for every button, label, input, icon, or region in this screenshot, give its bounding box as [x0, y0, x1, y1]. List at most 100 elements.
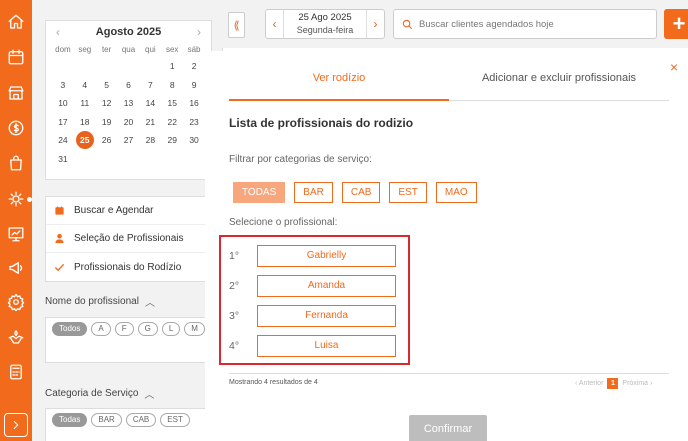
- service-filter-title[interactable]: Categoria de Serviço ︿: [45, 386, 154, 401]
- calendar-day[interactable]: 8: [161, 76, 183, 95]
- calendar-day[interactable]: 3: [52, 76, 74, 95]
- tab-adicionar-excluir[interactable]: Adicionar e excluir profissionais: [449, 61, 669, 101]
- calendar-day[interactable]: 6: [118, 76, 140, 95]
- pagination-prev[interactable]: ‹ Anterior: [575, 380, 603, 387]
- calendar-empty-cell: [52, 57, 74, 76]
- calendar-icon[interactable]: [6, 47, 26, 67]
- calendar-day[interactable]: 26: [96, 131, 118, 150]
- calendar-empty-cell: [74, 57, 96, 76]
- calendar-day[interactable]: 24: [52, 131, 74, 150]
- megaphone-icon[interactable]: [6, 258, 26, 278]
- professional-button-luisa[interactable]: Luisa: [257, 335, 396, 357]
- calendar-day[interactable]: 12: [96, 94, 118, 113]
- pill-f[interactable]: F: [114, 322, 134, 336]
- calendar-day[interactable]: 13: [118, 94, 140, 113]
- calculator-icon[interactable]: [6, 362, 26, 382]
- pill-l[interactable]: L: [161, 322, 181, 336]
- calendar-day[interactable]: 21: [139, 113, 161, 132]
- calendar-month-title: Agosto 2025: [95, 26, 162, 38]
- pill-g[interactable]: G: [137, 322, 158, 336]
- pill-cab[interactable]: CAB: [125, 413, 157, 427]
- professional-filter-label: Nome do profissional: [45, 296, 139, 307]
- professional-row: 3° Fernanda: [229, 305, 396, 327]
- calendar-day[interactable]: 25: [74, 131, 96, 150]
- category-mao[interactable]: MAO: [435, 182, 477, 203]
- professional-button-amanda[interactable]: Amanda: [257, 275, 396, 297]
- calendar-day[interactable]: 2: [183, 57, 205, 76]
- service-filter-label: Categoria de Serviço: [45, 388, 139, 399]
- category-est[interactable]: EST: [389, 182, 427, 203]
- collapse-panel-button[interactable]: ⟪: [228, 12, 245, 38]
- store-icon[interactable]: [6, 83, 26, 103]
- tab-ver-rodizio[interactable]: Ver rodízio: [229, 61, 449, 101]
- calendar-day[interactable]: 4: [74, 76, 96, 95]
- chart-board-icon[interactable]: [6, 224, 26, 244]
- handshake-icon[interactable]: [6, 327, 26, 347]
- search-input[interactable]: [419, 18, 649, 30]
- category-cab[interactable]: CAB: [341, 182, 381, 203]
- calendar-day[interactable]: 20: [118, 113, 140, 132]
- professional-position: 1°: [229, 250, 240, 262]
- professional-filter-title[interactable]: Nome do profissional ︿: [45, 294, 155, 309]
- calendar-day[interactable]: 5: [96, 76, 118, 95]
- calendar-icon: [55, 206, 64, 215]
- modal-title: Lista de profissionais do rodizio: [229, 116, 414, 130]
- pill-todos[interactable]: Todos: [52, 322, 88, 336]
- calendar-day[interactable]: 9: [183, 76, 205, 95]
- calendar-day[interactable]: 10: [52, 94, 74, 113]
- rocket-gear-icon[interactable]: [6, 189, 26, 209]
- category-bar[interactable]: BAR: [294, 182, 333, 203]
- calendar-prev-button[interactable]: ‹: [56, 25, 60, 39]
- pagination-current-page[interactable]: 1: [607, 378, 619, 389]
- calendar-empty-cell: [96, 57, 118, 76]
- calendar-day[interactable]: 19: [96, 113, 118, 132]
- next-day-button[interactable]: ›: [366, 10, 384, 38]
- calendar-day[interactable]: 22: [161, 113, 183, 132]
- professional-button-fernanda[interactable]: Fernanda: [257, 305, 396, 327]
- professional-button-gabrielly[interactable]: Gabrielly: [257, 245, 396, 267]
- menu-item-profissionais-rodizio[interactable]: Profissionais do Rodízio: [46, 253, 211, 281]
- confirm-button[interactable]: Confirmar: [409, 415, 487, 441]
- pill-bar[interactable]: BAR: [91, 413, 122, 427]
- calendar-next-button[interactable]: ›: [197, 25, 201, 39]
- app-icon-sidebar: [0, 0, 32, 441]
- calendar-day[interactable]: 30: [183, 131, 205, 150]
- home-icon[interactable]: [6, 12, 26, 32]
- calendar-day[interactable]: 23: [183, 113, 205, 132]
- pill-todas[interactable]: Todas: [52, 413, 88, 427]
- add-button[interactable]: +: [664, 9, 688, 39]
- shopping-bag-icon[interactable]: [6, 153, 26, 173]
- selected-day[interactable]: 25: [75, 131, 94, 149]
- calendar-empty-cell: [118, 57, 140, 76]
- weekday-header: qua: [121, 45, 136, 54]
- calendar-day[interactable]: 28: [139, 131, 161, 150]
- category-todas[interactable]: TODAS: [233, 182, 286, 203]
- calendar-day[interactable]: 7: [139, 76, 161, 95]
- close-icon[interactable]: ×: [670, 59, 678, 75]
- menu-item-label: Profissionais do Rodízio: [74, 261, 182, 273]
- professional-row: 2° Amanda: [229, 275, 396, 297]
- calendar-day[interactable]: 16: [183, 94, 205, 113]
- pill-est[interactable]: EST: [160, 413, 190, 427]
- settings-icon[interactable]: [6, 292, 26, 312]
- pagination-next[interactable]: Próxima ›: [622, 380, 652, 387]
- divider: [229, 373, 669, 374]
- menu-item-selecao-profissionais[interactable]: Seleção de Profissionais: [46, 225, 211, 253]
- calendar-day[interactable]: 11: [74, 94, 96, 113]
- calendar-day[interactable]: 31: [52, 150, 74, 169]
- weekday-header: sex: [165, 45, 179, 54]
- calendar-day[interactable]: 29: [161, 131, 183, 150]
- pill-m[interactable]: M: [184, 322, 205, 336]
- calendar-day[interactable]: 14: [139, 94, 161, 113]
- calendar-day[interactable]: 15: [161, 94, 183, 113]
- professional-row: 4° Luisa: [229, 335, 396, 357]
- menu-item-buscar-agendar[interactable]: Buscar e Agendar: [46, 197, 211, 225]
- calendar-day[interactable]: 1: [161, 57, 183, 76]
- calendar-day[interactable]: 17: [52, 113, 74, 132]
- calendar-day[interactable]: 18: [74, 113, 96, 132]
- pill-a[interactable]: A: [91, 322, 111, 336]
- dollar-icon[interactable]: [6, 118, 26, 138]
- prev-day-button[interactable]: ‹: [266, 10, 284, 38]
- calendar-day[interactable]: 27: [118, 131, 140, 150]
- expand-icon[interactable]: [4, 413, 28, 437]
